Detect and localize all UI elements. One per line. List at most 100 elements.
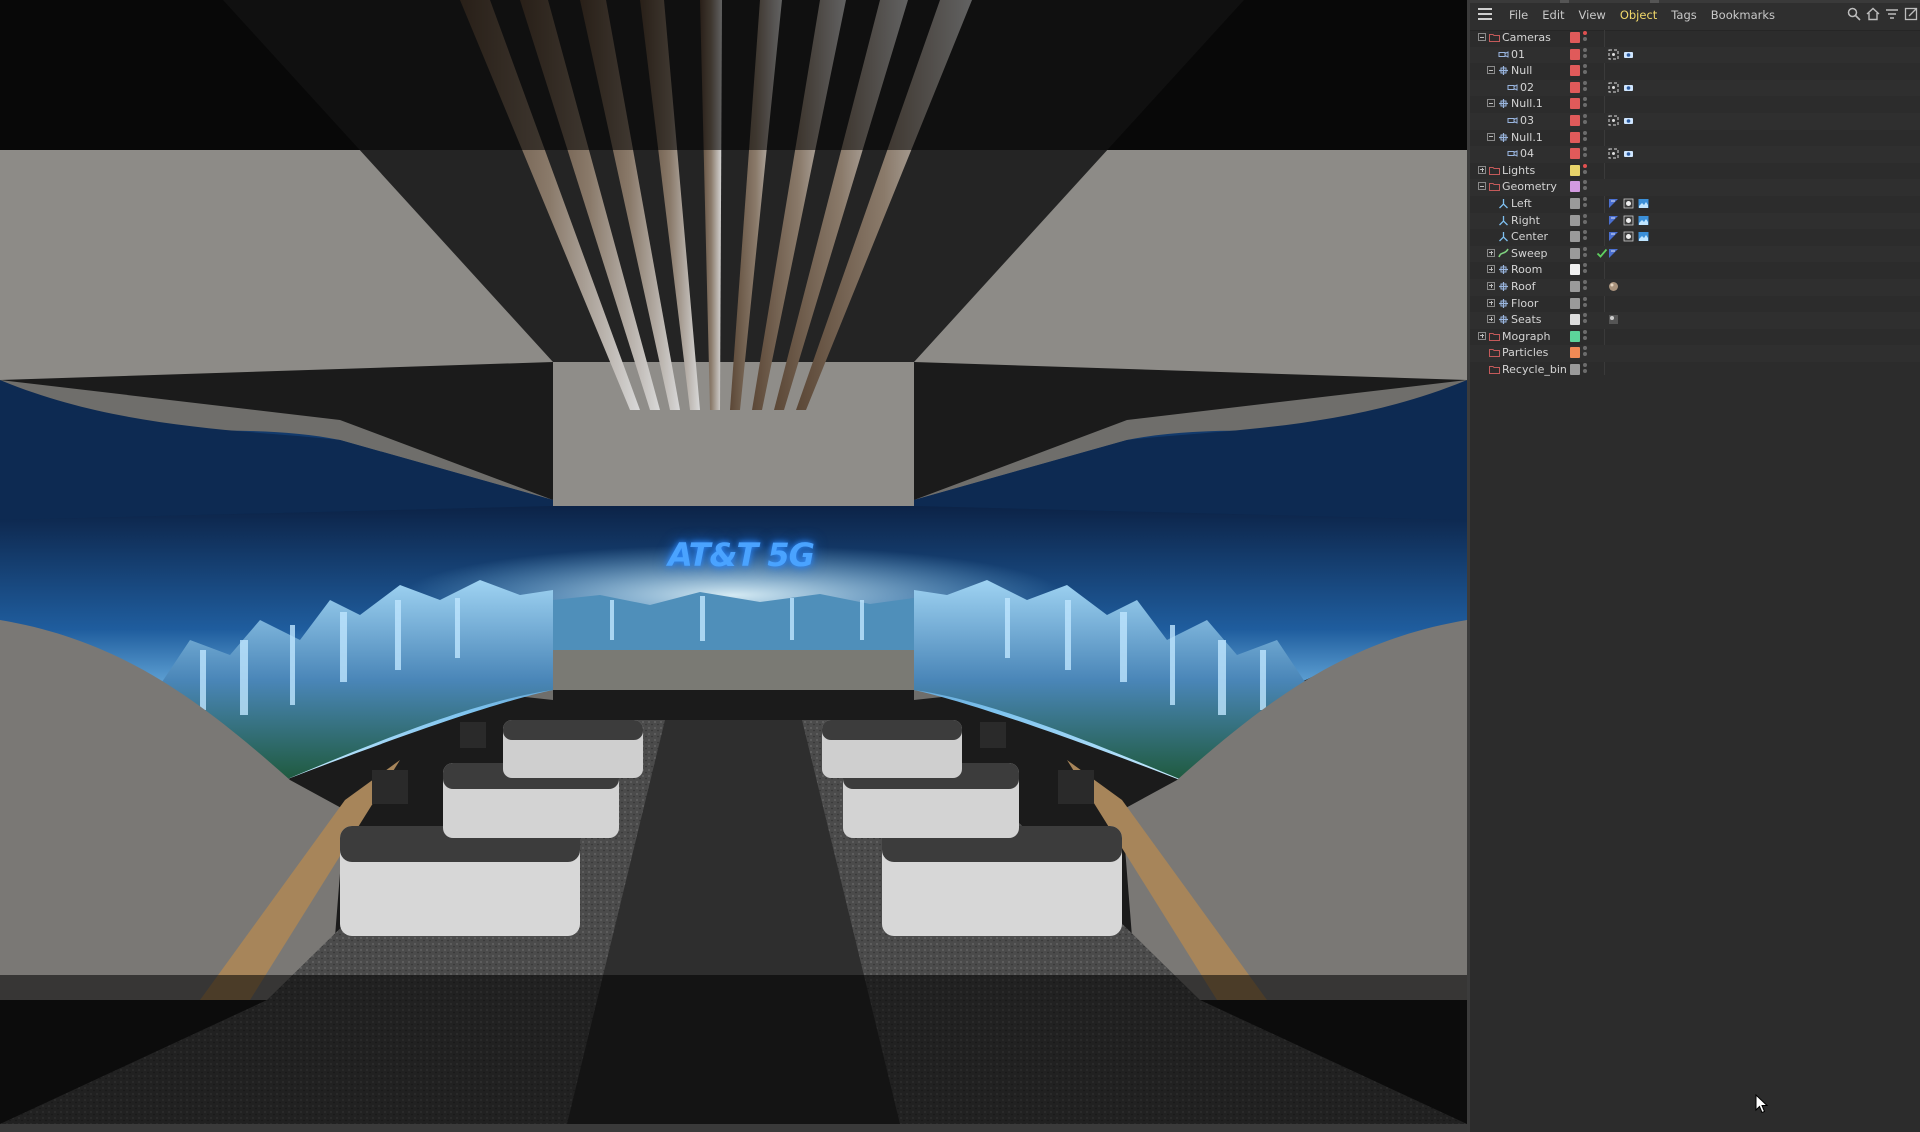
- expand-icon[interactable]: [1487, 248, 1495, 257]
- visibility-toggle[interactable]: [1583, 47, 1588, 62]
- layer-color-swatch[interactable]: [1570, 32, 1580, 43]
- object-row[interactable]: 04: [1470, 146, 1920, 163]
- texture-tag-icon[interactable]: [1638, 231, 1649, 242]
- expand-icon[interactable]: [1487, 298, 1495, 307]
- object-name[interactable]: Particles: [1502, 346, 1548, 359]
- object-name[interactable]: 02: [1520, 81, 1534, 94]
- collapse-icon[interactable]: [1487, 99, 1495, 108]
- object-row[interactable]: Recycle_bin: [1470, 362, 1920, 379]
- menu-object[interactable]: Object: [1613, 6, 1664, 24]
- camera-tag-icon[interactable]: [1623, 115, 1634, 126]
- object-name[interactable]: Recycle_bin: [1502, 363, 1567, 376]
- object-name[interactable]: Roof: [1511, 280, 1535, 293]
- object-name[interactable]: Null.1: [1511, 131, 1543, 144]
- expand-icon[interactable]: [1904, 7, 1918, 21]
- visibility-toggle[interactable]: [1583, 246, 1588, 261]
- visibility-toggle[interactable]: [1583, 180, 1588, 194]
- object-row[interactable]: Floor: [1470, 296, 1920, 313]
- layer-color-swatch[interactable]: [1570, 264, 1580, 276]
- target-tag-icon[interactable]: [1608, 115, 1619, 126]
- object-name[interactable]: Sweep: [1511, 247, 1548, 260]
- object-name[interactable]: 01: [1511, 48, 1525, 61]
- object-row[interactable]: Seats: [1470, 312, 1920, 329]
- layer-color-swatch[interactable]: [1570, 214, 1580, 226]
- object-row[interactable]: Geometry: [1470, 179, 1920, 196]
- object-name[interactable]: Right: [1511, 214, 1540, 227]
- visibility-toggle[interactable]: [1583, 296, 1588, 311]
- layer-color-swatch[interactable]: [1570, 164, 1580, 176]
- object-row[interactable]: Center: [1470, 229, 1920, 246]
- search-icon[interactable]: [1847, 7, 1861, 21]
- phong-tag-icon[interactable]: [1623, 231, 1634, 242]
- object-name[interactable]: 04: [1520, 147, 1534, 160]
- layer-color-swatch[interactable]: [1570, 81, 1580, 93]
- collapse-icon[interactable]: [1487, 132, 1495, 141]
- object-row[interactable]: Null.1: [1470, 130, 1920, 147]
- layer-color-swatch[interactable]: [1570, 131, 1580, 143]
- visibility-toggle[interactable]: [1583, 31, 1588, 45]
- layer-color-swatch[interactable]: [1570, 65, 1580, 77]
- object-name[interactable]: Mograph: [1502, 330, 1550, 343]
- material-sphere-icon[interactable]: [1608, 281, 1619, 292]
- object-row[interactable]: Particles: [1470, 345, 1920, 362]
- texture-tag-icon[interactable]: [1638, 215, 1649, 226]
- menu-file[interactable]: File: [1502, 6, 1535, 24]
- layer-color-swatch[interactable]: [1570, 231, 1580, 243]
- visibility-toggle[interactable]: [1583, 230, 1588, 244]
- layer-color-swatch[interactable]: [1570, 280, 1580, 292]
- menu-tags[interactable]: Tags: [1664, 6, 1703, 24]
- target-tag-icon[interactable]: [1608, 82, 1619, 93]
- uv-tag-icon[interactable]: [1608, 248, 1619, 259]
- object-name[interactable]: 03: [1520, 114, 1534, 127]
- object-row[interactable]: 01: [1470, 46, 1920, 64]
- object-name[interactable]: Geometry: [1502, 180, 1557, 193]
- object-row[interactable]: Room: [1470, 262, 1920, 279]
- layer-color-swatch[interactable]: [1570, 314, 1580, 326]
- expand-icon[interactable]: [1478, 331, 1486, 340]
- target-tag-icon[interactable]: [1608, 148, 1619, 159]
- uv-tag-icon[interactable]: [1608, 215, 1619, 226]
- visibility-toggle[interactable]: [1583, 163, 1588, 178]
- camera-tag-icon[interactable]: [1623, 49, 1634, 60]
- layer-color-swatch[interactable]: [1570, 181, 1580, 193]
- phong-tag-icon[interactable]: [1623, 215, 1634, 226]
- object-name[interactable]: Seats: [1511, 313, 1542, 326]
- collapse-icon[interactable]: [1487, 66, 1495, 75]
- camera-tag-icon[interactable]: [1623, 148, 1634, 159]
- visibility-toggle[interactable]: [1583, 213, 1588, 228]
- viewport-3d[interactable]: AT&T 5G: [0, 0, 1467, 1132]
- visibility-toggle[interactable]: [1583, 346, 1588, 360]
- layer-color-swatch[interactable]: [1570, 363, 1580, 375]
- visibility-toggle[interactable]: [1583, 97, 1588, 111]
- layer-color-swatch[interactable]: [1570, 114, 1580, 126]
- filter-icon[interactable]: [1885, 7, 1899, 21]
- uv-tag-icon[interactable]: [1608, 231, 1619, 242]
- object-row[interactable]: Null: [1470, 63, 1920, 80]
- expand-icon[interactable]: [1478, 165, 1486, 174]
- phong-tag-icon[interactable]: [1623, 198, 1634, 209]
- object-name[interactable]: Lights: [1502, 164, 1535, 177]
- object-row[interactable]: Left: [1470, 196, 1920, 213]
- visibility-toggle[interactable]: [1583, 64, 1588, 78]
- home-icon[interactable]: [1866, 7, 1880, 21]
- object-row[interactable]: 03: [1470, 112, 1920, 130]
- layer-color-swatch[interactable]: [1570, 148, 1580, 160]
- visibility-toggle[interactable]: [1583, 196, 1588, 211]
- object-name[interactable]: Cameras: [1502, 31, 1551, 44]
- menu-view[interactable]: View: [1572, 6, 1613, 24]
- menu-bookmarks[interactable]: Bookmarks: [1704, 6, 1782, 24]
- target-tag-icon[interactable]: [1608, 49, 1619, 60]
- object-row[interactable]: 02: [1470, 79, 1920, 97]
- visibility-toggle[interactable]: [1583, 313, 1588, 327]
- object-row[interactable]: Lights: [1470, 163, 1920, 180]
- object-row[interactable]: Sweep: [1470, 245, 1920, 263]
- texture-tag-icon[interactable]: [1638, 198, 1649, 209]
- object-name[interactable]: Center: [1511, 230, 1548, 243]
- object-row[interactable]: Mograph: [1470, 329, 1920, 346]
- collapse-icon[interactable]: [1478, 33, 1486, 41]
- visibility-toggle[interactable]: [1583, 263, 1588, 277]
- layer-color-swatch[interactable]: [1570, 297, 1580, 309]
- uv-tag-icon[interactable]: [1608, 198, 1619, 209]
- visibility-toggle[interactable]: [1583, 279, 1588, 294]
- layer-color-swatch[interactable]: [1570, 197, 1580, 209]
